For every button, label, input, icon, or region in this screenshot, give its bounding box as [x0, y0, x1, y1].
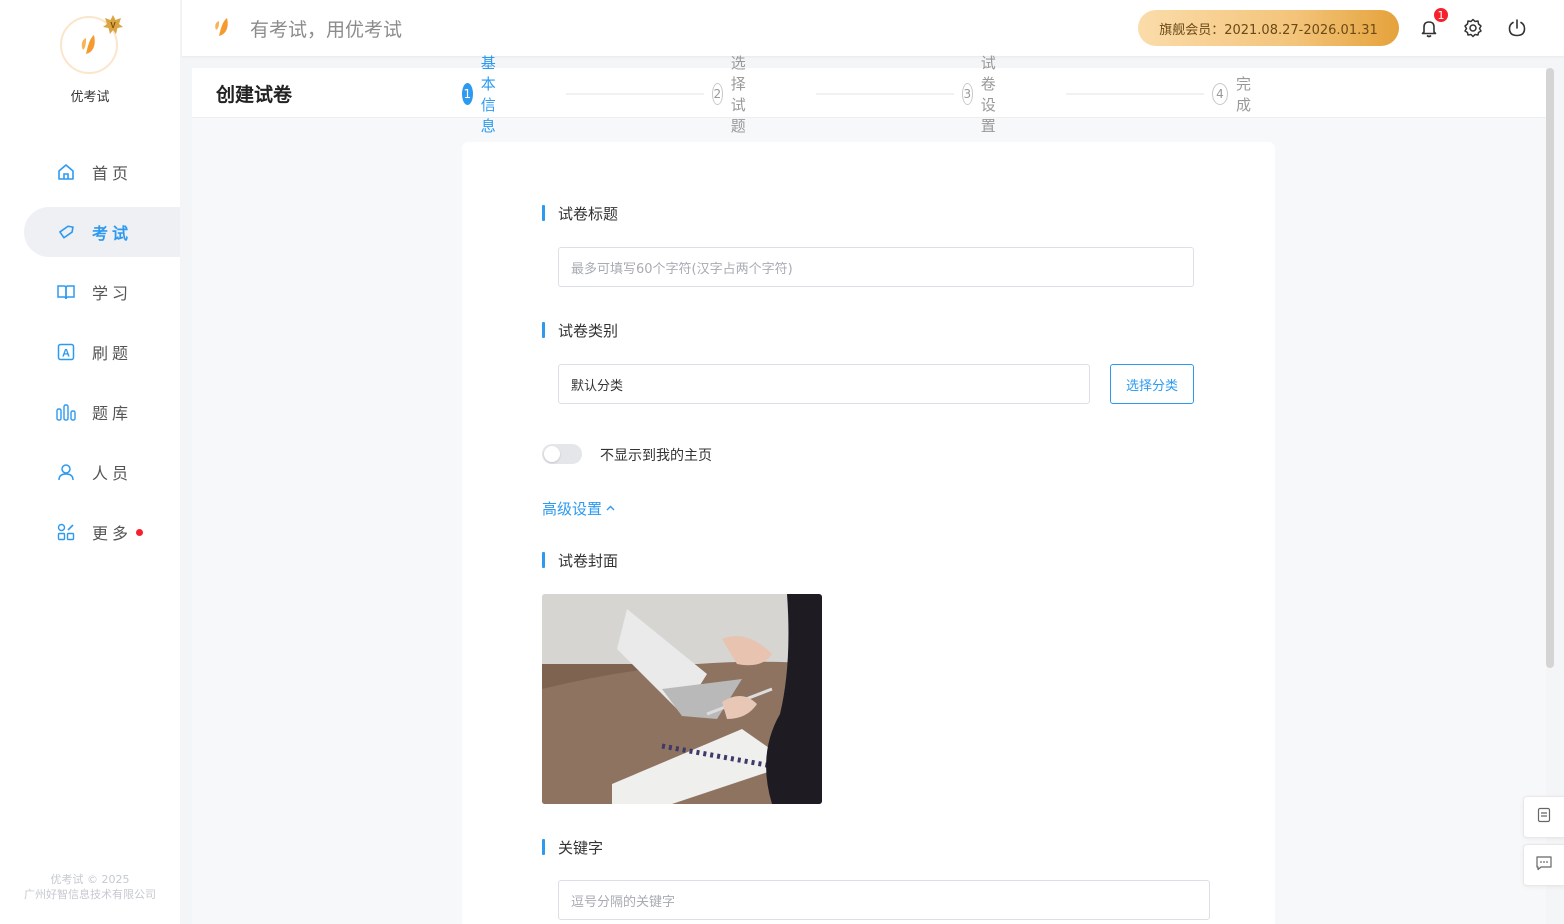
- bars-icon: [56, 402, 76, 422]
- brand-name: 优考试: [70, 90, 110, 105]
- category-field[interactable]: 默认分类: [558, 364, 1090, 404]
- nav-label-more: 更多: [92, 524, 133, 543]
- brand-leaf-icon: [81, 35, 95, 54]
- nav-item-question-bank[interactable]: 题库: [0, 382, 180, 442]
- section-title-text: 关键字: [558, 838, 604, 857]
- step-label: 选择试题: [730, 54, 746, 135]
- toggle-knob: [544, 446, 560, 462]
- step-number: 4: [1212, 83, 1228, 105]
- book-icon: [56, 282, 76, 302]
- step-select-questions[interactable]: 2 选择试题: [712, 54, 757, 135]
- chat-bubble-icon: [1535, 855, 1553, 875]
- section-title-keywords: 关键字: [542, 837, 603, 857]
- step-number: 3: [962, 83, 973, 105]
- nav-item-exam[interactable]: 考试: [0, 202, 180, 262]
- user-icon: [56, 462, 76, 482]
- notes-float-button[interactable]: [1523, 796, 1564, 838]
- advanced-settings-link[interactable]: 高级设置: [542, 498, 615, 519]
- power-icon[interactable]: [1505, 16, 1529, 40]
- advanced-settings-label: 高级设置: [542, 500, 603, 518]
- step-connector: [1066, 93, 1204, 95]
- vertical-scrollbar[interactable]: [1546, 68, 1554, 668]
- section-title-category: 试卷类别: [542, 320, 618, 340]
- section-marker: [542, 322, 545, 338]
- step-number: 2: [712, 83, 723, 105]
- section-marker: [542, 205, 545, 221]
- paper-title-input[interactable]: 最多可填写60个字符(汉字占两个字符): [558, 247, 1194, 287]
- step-connector: [566, 93, 704, 95]
- step-connector: [816, 93, 954, 95]
- cover-photo-illustration: [542, 594, 822, 804]
- form-card: 试卷标题 最多可填写60个字符(汉字占两个字符) 试卷类别 默认分类 选择分类 …: [462, 142, 1275, 924]
- section-title-text: 试卷标题: [558, 204, 619, 223]
- nav-item-more[interactable]: 更多: [0, 502, 180, 562]
- nav-item-study[interactable]: 学习: [0, 262, 180, 322]
- apps-icon: [56, 522, 76, 542]
- toggle-label: 不显示到我的主页: [600, 448, 712, 464]
- keywords-input[interactable]: 逗号分隔的关键字: [558, 880, 1210, 920]
- nav-label-home: 首页: [92, 164, 133, 183]
- svg-text:V: V: [110, 21, 116, 30]
- notification-count-badge: 1: [1432, 6, 1450, 24]
- main-nav: 首页 考试 学习 A 刷题 题库 人员 更多: [0, 142, 180, 562]
- section-marker: [542, 839, 545, 855]
- document-icon: [1536, 807, 1552, 827]
- vip-crown-icon: V: [103, 15, 123, 34]
- section-title-text: 试卷封面: [558, 551, 619, 570]
- gear-icon[interactable]: [1461, 16, 1485, 40]
- cover-image[interactable]: [542, 594, 822, 804]
- step-paper-settings[interactable]: 3 试卷设置: [962, 54, 1007, 135]
- step-label: 试卷设置: [980, 54, 996, 135]
- section-title-paper-title: 试卷标题: [542, 203, 618, 223]
- membership-badge[interactable]: 旗舰会员：2021.08.27-2026.01.31: [1138, 10, 1399, 46]
- new-indicator-dot: [136, 528, 144, 536]
- header-slogan: 有考试，用优考试: [250, 19, 403, 41]
- hide-from-homepage-toggle[interactable]: [542, 444, 582, 464]
- page-title: 创建试卷: [216, 84, 293, 106]
- section-marker: [542, 552, 545, 568]
- tag-icon: [56, 222, 76, 242]
- nav-label-question-bank: 题库: [92, 404, 133, 423]
- nav-item-practice[interactable]: A 刷题: [0, 322, 180, 382]
- step-number: 1: [462, 83, 473, 105]
- footer-company: 广州好智信息技术有限公司: [24, 888, 156, 901]
- nav-label-exam: 考试: [92, 224, 133, 243]
- section-title-text: 试卷类别: [558, 321, 619, 340]
- brand-logo[interactable]: V: [60, 15, 123, 76]
- main-panel: 创建试卷 1 基本信息 2 选择试题 3 试卷设置 4 完成 试卷标题 最多可填…: [192, 54, 1546, 924]
- section-title-cover: 试卷封面: [542, 550, 618, 570]
- svg-text:A: A: [62, 348, 70, 360]
- chevron-up-icon: [606, 503, 615, 514]
- step-label: 基本信息: [480, 54, 496, 135]
- sidebar-footer: 优考试 © 2025 广州好智信息技术有限公司: [0, 872, 180, 902]
- nav-item-people[interactable]: 人员: [0, 442, 180, 502]
- panel-header: 创建试卷 1 基本信息 2 选择试题 3 试卷设置 4 完成: [192, 54, 1546, 135]
- select-category-button[interactable]: 选择分类: [1110, 364, 1194, 404]
- nav-item-home[interactable]: 首页: [0, 142, 180, 202]
- nav-label-study: 学习: [92, 284, 133, 303]
- home-icon: [56, 162, 76, 182]
- top-header: 有考试，用优考试 旗舰会员：2021.08.27-2026.01.31 1: [182, 0, 1564, 56]
- nav-label-people: 人员: [92, 464, 133, 483]
- nav-label-practice: 刷题: [92, 344, 133, 363]
- letter-a-icon: A: [56, 342, 76, 362]
- step-finish[interactable]: 4 完成: [1212, 75, 1257, 114]
- brand-leaf-icon: [212, 16, 234, 44]
- step-basic-info[interactable]: 1 基本信息: [462, 54, 507, 135]
- sidebar: V 优考试 首页 考试 学习 A 刷题 题库 人员 更多 优考试 © 2025 …: [0, 0, 180, 924]
- step-label: 完成: [1236, 75, 1252, 114]
- chat-float-button[interactable]: [1523, 844, 1564, 886]
- footer-copyright: 优考试 © 2025: [50, 873, 130, 886]
